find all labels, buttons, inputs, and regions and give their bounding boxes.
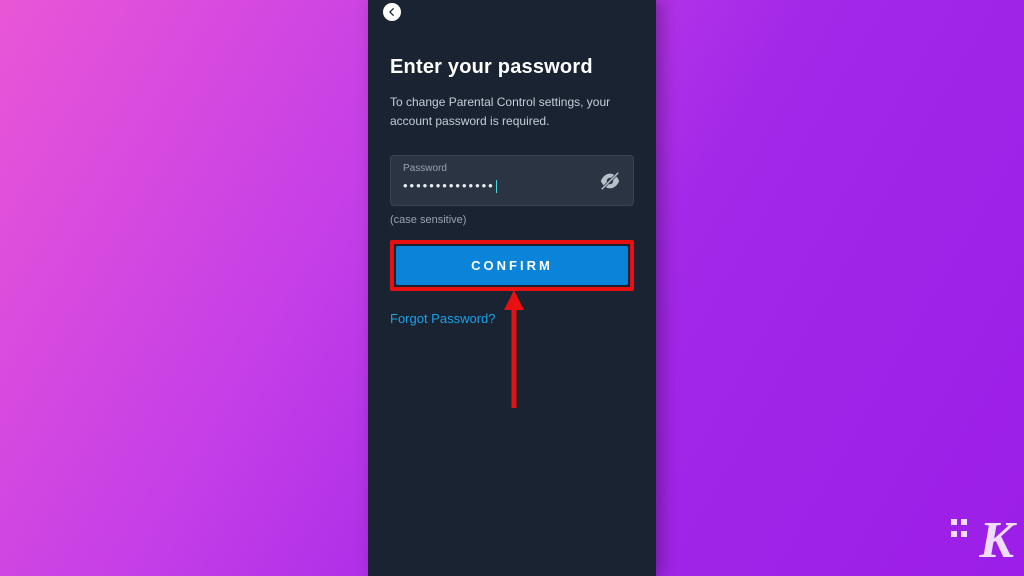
chevron-left-icon — [387, 7, 397, 17]
password-value: •••••••••••••• — [403, 178, 495, 193]
page-title: Enter your password — [390, 56, 634, 79]
confirm-button[interactable]: CONFIRM — [396, 246, 628, 285]
eye-off-icon — [599, 170, 621, 192]
page-subtitle: To change Parental Control settings, you… — [390, 93, 634, 131]
password-field[interactable]: Password •••••••••••••• — [390, 155, 634, 206]
text-cursor — [496, 180, 497, 193]
password-hint: (case sensitive) — [390, 214, 634, 226]
password-label: Password — [403, 163, 621, 174]
password-panel: Enter your password To change Parental C… — [368, 0, 656, 576]
toggle-visibility-icon[interactable] — [599, 170, 621, 192]
watermark-logo: K — [979, 511, 1012, 570]
forgot-password-link[interactable]: Forgot Password? — [390, 311, 496, 326]
annotation-highlight: CONFIRM — [390, 240, 634, 291]
back-button[interactable] — [383, 3, 401, 21]
